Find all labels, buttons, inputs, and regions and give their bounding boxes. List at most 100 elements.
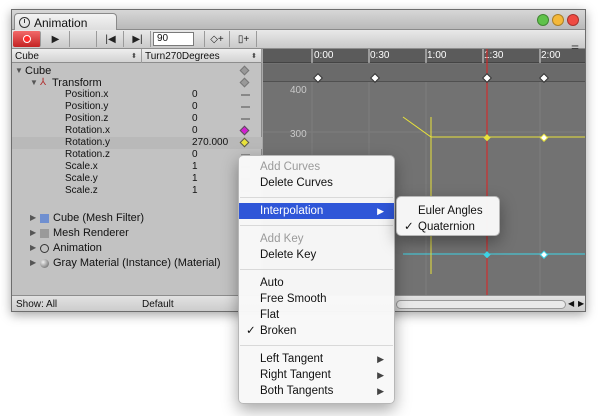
window-controls (537, 14, 579, 26)
menu-item-add-key[interactable]: Add Key (239, 231, 394, 247)
dropdown-arrow-icon: ⬍ (251, 53, 257, 60)
expand-triangle-icon[interactable]: ▶ (30, 242, 36, 254)
expand-triangle-icon[interactable]: ▼ (15, 65, 23, 77)
checkmark-icon: ✓ (404, 221, 414, 233)
menu-item-delete-curves[interactable]: Delete Curves (239, 175, 394, 191)
record-button[interactable] (13, 31, 41, 47)
component-icon (40, 259, 51, 271)
curve-key (483, 134, 491, 142)
property-value: 270.000 (192, 137, 229, 148)
left-tangent-label: Left Tangent (260, 353, 324, 365)
component-row[interactable]: ▶ Animation (12, 242, 262, 256)
y-axis-label: 400 (290, 85, 307, 96)
property-name: Rotation.z (65, 149, 111, 160)
transform-icon: ⅄ (40, 77, 47, 88)
minimize-button[interactable] (552, 14, 564, 26)
menu-item-left-tangent[interactable]: Left Tangent ▶ (239, 351, 394, 367)
add-event-button[interactable]: ▯+ (231, 31, 257, 47)
key-indicator[interactable] (239, 137, 250, 148)
property-panel: Cube ⬍ Turn270Degrees ⬍ ▼ Cube ▼ ⅄ Transfo… (12, 49, 262, 295)
tab-title: Animation (34, 15, 88, 30)
key-indicator[interactable] (241, 103, 250, 111)
show-filter[interactable]: Show: All (16, 299, 57, 310)
tab-animation[interactable]: Animation (14, 13, 117, 31)
next-key-button[interactable]: ▶| (125, 31, 151, 47)
property-row[interactable]: Rotation.x 0 (12, 125, 262, 137)
menu-item-delete-key[interactable]: Delete Key (239, 247, 394, 263)
interpolation-label: Interpolation (260, 205, 324, 217)
prev-key-button[interactable]: |◀ (98, 31, 124, 47)
property-row[interactable]: Scale.z 1 (12, 185, 262, 197)
component-label: Animation (53, 242, 102, 254)
quaternion-label: Quaternion (418, 221, 475, 233)
component-icon (40, 214, 51, 226)
property-name: Scale.y (65, 173, 98, 184)
property-value: 1 (192, 161, 198, 172)
property-name: Position.x (65, 89, 109, 100)
property-row[interactable]: Rotation.y 270.000 (12, 137, 262, 149)
property-row[interactable]: Scale.x 1 (12, 161, 262, 173)
property-row[interactable]: Position.y 0 (12, 101, 262, 113)
frame-field[interactable]: 90 (153, 32, 194, 46)
component-row[interactable]: ▶ Gray Material (Instance) (Material) (12, 257, 262, 271)
key-indicator (239, 65, 250, 76)
property-row[interactable]: Scale.y 1 (12, 173, 262, 185)
play-button[interactable]: ▶ (42, 31, 70, 47)
horizontal-scrollbar[interactable] (396, 300, 566, 309)
curve-yellow[interactable] (402, 116, 586, 138)
menu-item-right-tangent[interactable]: Right Tangent ▶ (239, 367, 394, 383)
scroll-left-icon[interactable]: ◀ (568, 299, 574, 308)
menu-separator (240, 225, 393, 226)
expand-triangle-icon[interactable]: ▶ (30, 257, 36, 269)
zoom-button[interactable] (537, 14, 549, 26)
expand-triangle-icon[interactable]: ▶ (30, 227, 36, 239)
component-row[interactable]: ▶ Cube (Mesh Filter) (12, 212, 262, 226)
menu-item-broken[interactable]: ✓ Broken (239, 323, 394, 339)
clip-selector[interactable]: Turn270Degrees ⬍ (142, 49, 262, 63)
menu-separator (240, 269, 393, 270)
tree-row-root[interactable]: ▼ Cube (12, 65, 262, 77)
curve-key (483, 251, 491, 259)
key-indicator[interactable] (241, 91, 250, 99)
component-row[interactable]: ▶ Mesh Renderer (12, 227, 262, 241)
menu-item-auto[interactable]: Auto (239, 275, 394, 291)
property-row[interactable]: Rotation.z 0 (12, 149, 262, 161)
keyframe-marker (313, 73, 323, 83)
submenu-item-quaternion[interactable]: ✓ Quaternion (397, 219, 499, 235)
property-row[interactable]: Position.x 0 (12, 89, 262, 101)
expand-triangle-icon[interactable]: ▶ (30, 212, 36, 224)
y-axis-label: 300 (290, 129, 307, 140)
key-indicator[interactable] (239, 125, 250, 136)
curve-key (539, 250, 549, 259)
menu-item-flat[interactable]: Flat (239, 307, 394, 323)
tree-row-transform[interactable]: ▼ ⅄ Transform (12, 77, 262, 89)
toolbar: ▶ |◀ ▶| 90 ◇+ ▯+ ☰ (12, 30, 585, 54)
scroll-right-icon[interactable]: ▶ (578, 299, 584, 308)
mode-label[interactable]: Default (142, 299, 174, 310)
selector-row: Cube ⬍ Turn270Degrees ⬍ (12, 49, 262, 63)
title-strip: Animation (12, 10, 585, 31)
property-value: 0 (192, 101, 198, 112)
interpolation-submenu: Euler Angles ✓ Quaternion (396, 196, 500, 236)
prev-key-icon: |◀ (105, 33, 116, 45)
property-value: 1 (192, 185, 198, 196)
object-selector[interactable]: Cube ⬍ (12, 49, 142, 63)
root-label: Cube (25, 65, 52, 77)
component-label: Mesh Renderer (53, 227, 129, 239)
key-indicator[interactable] (241, 115, 250, 123)
menu-item-both-tangents[interactable]: Both Tangents ▶ (239, 383, 394, 399)
property-value: 1 (192, 173, 198, 184)
menu-item-free-smooth[interactable]: Free Smooth (239, 291, 394, 307)
checkmark-icon: ✓ (246, 325, 256, 337)
key-indicator (239, 77, 250, 88)
menu-item-add-curves[interactable]: Add Curves (239, 159, 394, 175)
add-keyframe-button[interactable]: ◇+ (204, 31, 230, 47)
component-icon (40, 229, 51, 241)
property-row[interactable]: Position.z 0 (12, 113, 262, 125)
close-button[interactable] (567, 14, 579, 26)
keyframe-marker (482, 73, 492, 83)
menu-item-interpolation[interactable]: Interpolation ▶ (239, 203, 394, 219)
submenu-item-euler-angles[interactable]: Euler Angles (397, 203, 499, 219)
menu-separator (240, 197, 393, 198)
expand-triangle-icon[interactable]: ▼ (30, 77, 38, 89)
